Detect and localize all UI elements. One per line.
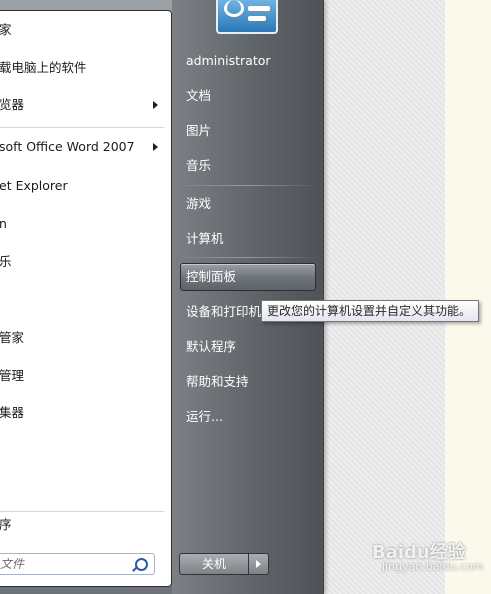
program-item-music[interactable]: 乐 bbox=[0, 250, 170, 274]
places-item-label: 文档 bbox=[186, 88, 212, 103]
places-item-label: 图片 bbox=[186, 123, 212, 138]
places-item-label: 设备和打印机 bbox=[186, 304, 262, 319]
places-item-username[interactable]: administrator bbox=[180, 47, 316, 75]
program-item[interactable] bbox=[0, 288, 170, 312]
watermark-subtext: jingyan.baidu.com bbox=[382, 560, 484, 573]
program-item[interactable]: 家 bbox=[0, 18, 170, 42]
user-picture-bar bbox=[248, 6, 270, 11]
places-item-default-programs[interactable]: 默认程序 bbox=[180, 333, 316, 361]
places-item-games[interactable]: 游戏 bbox=[180, 190, 316, 218]
places-item-label: 运行... bbox=[186, 409, 223, 424]
program-item-collector[interactable]: 集器 bbox=[0, 401, 170, 425]
places-item-pictures[interactable]: 图片 bbox=[180, 117, 316, 145]
program-item-label: 序 bbox=[0, 517, 12, 532]
program-item-label: 管理 bbox=[0, 368, 25, 383]
program-item-internet-explorer[interactable]: et Explorer bbox=[0, 174, 170, 198]
places-item-label: 控制面板 bbox=[186, 269, 237, 284]
menu-separator bbox=[0, 127, 164, 128]
all-programs-item[interactable]: 序 bbox=[0, 513, 170, 537]
places-item-label: 帮助和支持 bbox=[186, 374, 249, 389]
program-item-manager[interactable]: 管家 bbox=[0, 326, 170, 350]
places-item-label: administrator bbox=[186, 53, 271, 68]
program-item[interactable]: 载电脑上的软件 bbox=[0, 56, 170, 80]
search-input[interactable] bbox=[0, 554, 125, 574]
places-item-documents[interactable]: 文档 bbox=[180, 82, 316, 110]
places-item-label: 音乐 bbox=[186, 158, 212, 173]
program-item[interactable]: n bbox=[0, 212, 170, 236]
places-item-music[interactable]: 音乐 bbox=[180, 152, 316, 180]
program-item-word[interactable]: soft Office Word 2007 bbox=[0, 135, 170, 159]
program-item-label: 管家 bbox=[0, 330, 25, 345]
program-item-label: n bbox=[0, 216, 7, 231]
places-separator bbox=[183, 185, 311, 186]
user-picture-bar bbox=[248, 16, 266, 21]
places-item-help-support[interactable]: 帮助和支持 bbox=[180, 368, 316, 396]
chevron-right-icon bbox=[153, 143, 158, 151]
places-item-label: 游戏 bbox=[186, 196, 212, 211]
places-item-label: 默认程序 bbox=[186, 339, 237, 354]
program-item-label: 乐 bbox=[0, 254, 12, 269]
program-item-label: soft Office Word 2007 bbox=[0, 139, 135, 154]
program-item-label: et Explorer bbox=[0, 178, 68, 193]
desktop-right-strip bbox=[445, 0, 491, 594]
start-search-box[interactable] bbox=[0, 553, 155, 575]
places-item-run[interactable]: 运行... bbox=[180, 403, 316, 431]
program-item-management[interactable]: 管理 bbox=[0, 364, 170, 388]
chevron-right-icon bbox=[153, 101, 158, 109]
shutdown-button[interactable]: 关机 bbox=[179, 553, 249, 575]
chevron-right-icon bbox=[256, 560, 261, 568]
places-item-computer[interactable]: 计算机 bbox=[180, 225, 316, 253]
menu-separator bbox=[0, 511, 164, 512]
shutdown-options-button[interactable] bbox=[249, 553, 269, 575]
program-item-label: 览器 bbox=[0, 97, 25, 112]
program-item-label: 家 bbox=[0, 22, 12, 37]
places-separator bbox=[183, 257, 311, 258]
places-item-label: 计算机 bbox=[186, 231, 224, 246]
user-picture-icon[interactable] bbox=[216, 0, 278, 34]
control-panel-tooltip: 更改您的计算机设置并自定义其功能。 bbox=[261, 300, 479, 322]
user-picture-circle bbox=[224, 0, 244, 17]
program-item-label: 集器 bbox=[0, 405, 25, 420]
search-icon[interactable] bbox=[135, 558, 148, 571]
baidu-watermark-logo: Baidu经验 jingyan.baidu.com bbox=[372, 538, 484, 578]
program-item-browser[interactable]: 览器 bbox=[0, 93, 170, 117]
program-item-label: 载电脑上的软件 bbox=[0, 60, 87, 75]
places-item-control-panel[interactable]: 控制面板 bbox=[180, 263, 316, 291]
